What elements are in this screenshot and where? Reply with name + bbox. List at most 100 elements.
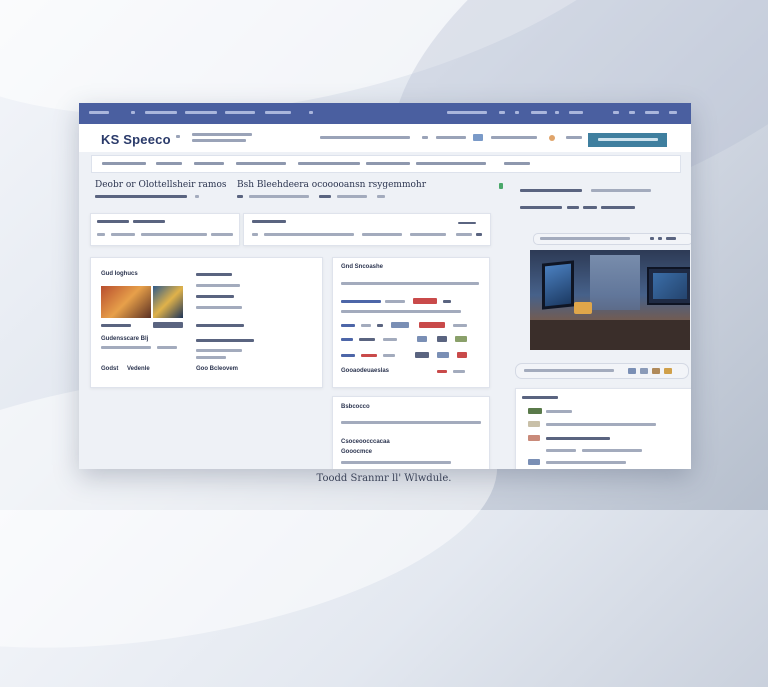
list-text [546,449,576,452]
menu-icon[interactable] [650,237,654,240]
user-icon[interactable] [613,110,619,116]
tool-icon[interactable] [652,368,660,374]
photo-lamp [574,302,592,314]
site-header: KS Speeco [79,124,691,152]
list-item[interactable] [196,324,244,327]
table-cell [341,324,355,327]
toolbar-item[interactable] [515,110,519,116]
toolbar-item[interactable] [89,110,109,116]
logo-chip [437,352,449,358]
list-item [196,306,242,309]
toolbar-item[interactable] [185,110,217,116]
table-cell [361,354,377,357]
logo-chip [417,336,427,342]
list-text [582,449,642,452]
lower-card: Bsbcocco Csoceoocccacaa Gooocmce [332,396,490,469]
card-label [97,220,129,223]
card-text [456,233,472,236]
toolbar-item[interactable] [131,110,135,116]
sidebar-search-input[interactable] [533,233,691,245]
logo[interactable]: KS Speeco [101,132,171,147]
sidebar-toolbar[interactable] [515,363,689,379]
toolbar-item[interactable] [447,110,487,116]
image-caption: Toodd Sranmr ll' Wlwdule. [316,473,452,484]
list-title [522,396,558,399]
toolbar-item[interactable] [265,110,291,116]
list-thumb[interactable] [528,421,540,427]
toolbar-item[interactable] [645,110,659,116]
header-link[interactable] [436,136,466,139]
table-cell [361,324,371,327]
search-icon[interactable] [499,110,505,116]
card-text [97,233,105,236]
chevron-icon[interactable] [658,237,662,240]
search-placeholder [540,237,630,240]
card-icon[interactable] [476,233,482,236]
lower-text [341,421,481,424]
card-text [211,233,233,236]
list-item [196,284,240,287]
thumbnail[interactable] [101,286,151,318]
media-text [101,346,151,349]
tag[interactable] [153,322,183,328]
header-text [192,133,252,136]
tool-icon[interactable] [664,368,672,374]
subhead-text [237,195,243,198]
photo-window [590,255,640,310]
table-cell [359,338,375,341]
settings-icon[interactable] [666,237,676,240]
lower-title: Bsbcocco [341,404,370,410]
lower-text [341,461,451,464]
nav-menu [91,155,681,173]
header-link[interactable] [320,136,410,139]
tool-icon[interactable] [640,368,648,374]
settings-icon[interactable] [669,110,677,116]
table-cell [383,354,395,357]
list-item[interactable] [196,339,254,342]
hero-photo[interactable] [530,250,690,350]
header-text [192,139,246,142]
toolbar-item[interactable] [569,110,583,116]
toolbar-item[interactable] [629,110,635,116]
top-toolbar [79,103,691,124]
nav-item[interactable] [416,162,486,165]
list-item[interactable] [196,273,232,276]
thumbnail[interactable] [153,286,183,318]
nav-item[interactable] [298,162,360,165]
toolbar-item[interactable] [555,110,559,116]
flag-icon[interactable] [473,134,483,141]
header-icon[interactable] [422,136,428,139]
toolbar-item[interactable] [309,110,313,116]
list-text [546,461,626,464]
list-thumb[interactable] [528,435,540,441]
dash-icon[interactable] [458,222,476,224]
sidebar-list-card [515,388,691,469]
toolbar-item[interactable] [145,110,177,116]
table-row [341,310,461,313]
browser-window: KS Speeco Deobr or Olottellsheir ramos B… [79,103,691,469]
signup-button[interactable] [588,133,667,147]
list-thumb[interactable] [528,459,540,465]
list-thumb[interactable] [528,408,542,414]
sidebar-text [567,206,579,209]
nav-item[interactable] [102,162,146,165]
nav-item[interactable] [156,162,182,165]
header-link[interactable] [491,136,537,139]
list-item[interactable] [196,295,234,298]
nav-item[interactable] [194,162,224,165]
table-cell [341,300,381,303]
subhead-text [249,195,309,198]
headline-left: Deobr or Olottellsheir ramos [95,180,227,190]
tool-icon[interactable] [628,368,636,374]
nav-item[interactable] [504,162,530,165]
toolbar-item[interactable] [531,110,547,116]
toolbar-item[interactable] [225,110,255,116]
logo-chip [415,352,429,358]
media-text [157,346,177,349]
nav-item[interactable] [236,162,286,165]
nav-item[interactable] [366,162,410,165]
user-icon[interactable] [549,135,555,141]
status-badge [413,298,437,304]
header-link[interactable] [566,136,582,139]
logo-chip [419,322,445,328]
